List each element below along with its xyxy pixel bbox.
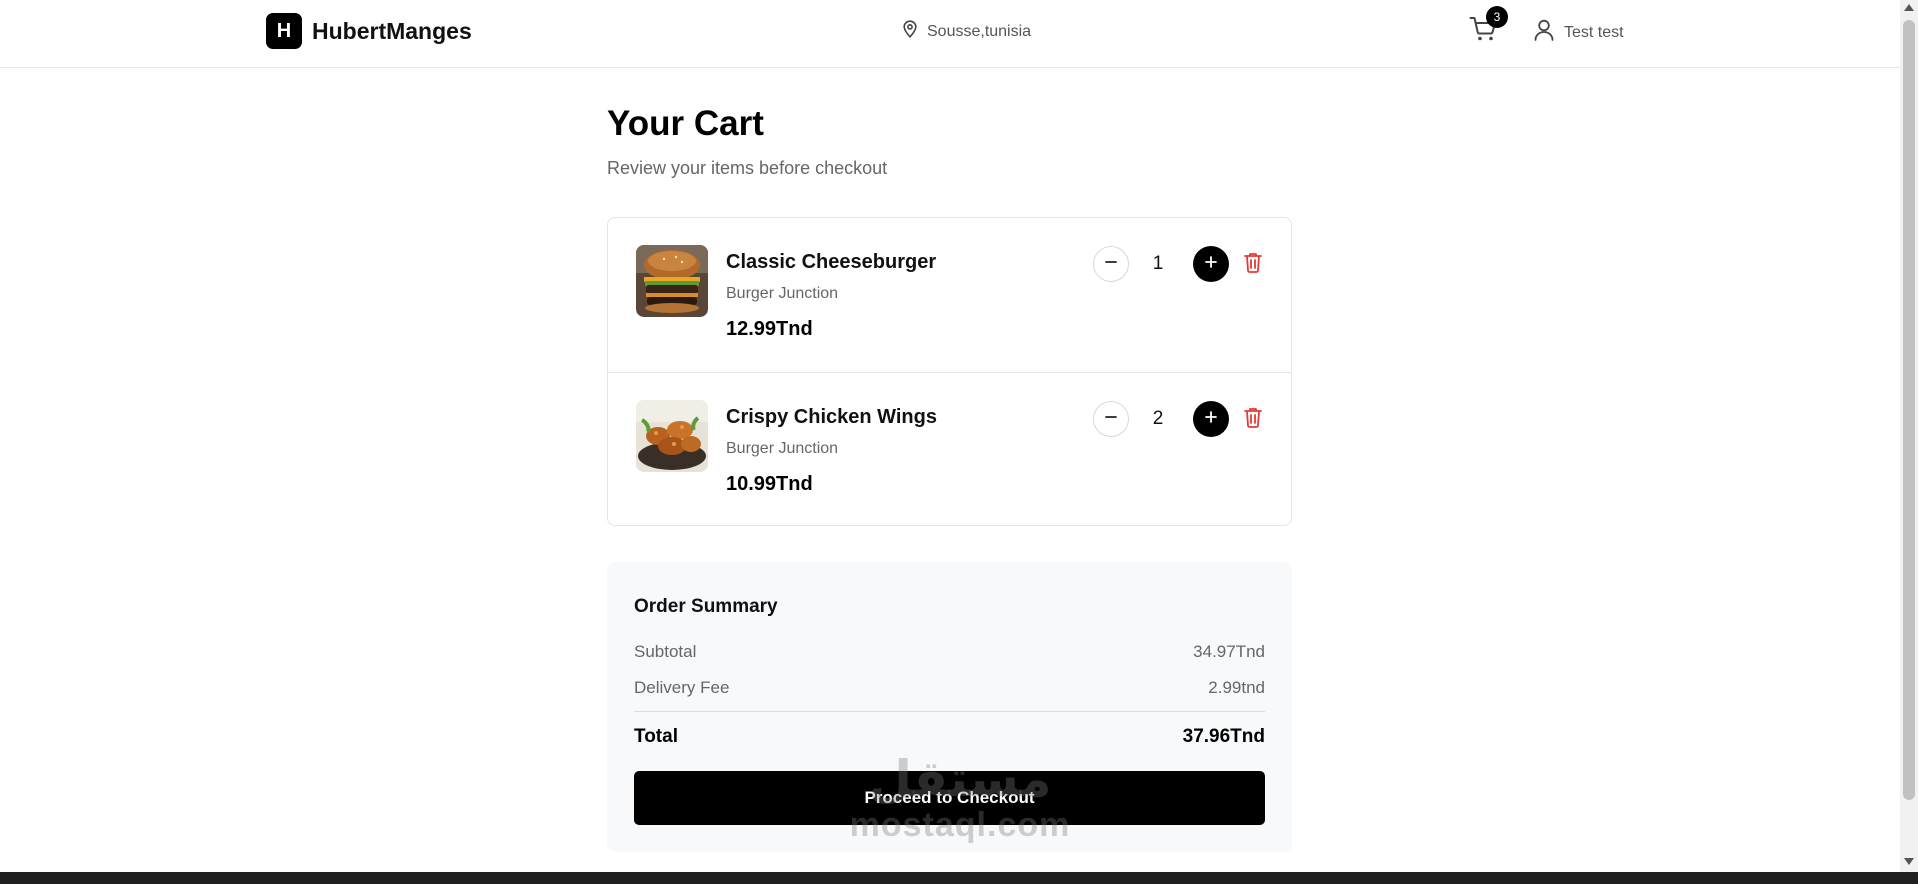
item-name: Classic Cheeseburger [726,251,937,273]
scroll-down-arrow-icon[interactable] [1904,858,1914,865]
total-label: Total [634,726,678,747]
scroll-up-arrow-icon[interactable] [1904,4,1914,11]
subtotal-label: Subtotal [634,642,697,661]
page-subtitle: Review your items before checkout [607,158,888,178]
scrollbar-thumb[interactable] [1903,20,1915,800]
subtotal-row: Subtotal 34.97Tnd [634,642,1265,662]
os-taskbar [0,872,1918,884]
vertical-scrollbar[interactable] [1900,0,1918,872]
trash-icon [1243,251,1263,278]
cart-item: Classic Cheeseburger Burger Junction 12.… [608,218,1291,372]
user-name: Test test [1564,23,1624,41]
plus-icon [1204,255,1218,274]
location-selector[interactable]: Sousse,tunisia [902,20,1031,43]
trash-icon [1243,406,1263,433]
cart-item: Crispy Chicken Wings Burger Junction 10.… [608,372,1291,526]
chicken-wings-image [636,400,708,472]
total-row: Total 37.96Tnd [634,726,1265,748]
item-name: Crispy Chicken Wings [726,406,937,428]
increase-quantity-button[interactable] [1193,401,1229,437]
minus-icon [1104,410,1118,429]
increase-quantity-button[interactable] [1193,246,1229,282]
item-restaurant: Burger Junction [726,440,839,457]
user-icon [1534,19,1554,46]
map-pin-icon [902,20,918,43]
location-text: Sousse,tunisia [927,22,1032,40]
order-summary: Order Summary Subtotal 34.97Tnd Delivery… [607,562,1292,852]
page-title: Your Cart [607,104,764,143]
delivery-fee-label: Delivery Fee [634,678,730,697]
user-menu[interactable]: Test test [1534,19,1624,46]
summary-divider [634,711,1265,712]
item-price: 10.99Tnd [726,473,813,495]
decrease-quantity-button[interactable] [1093,246,1129,282]
brand-logo[interactable]: H HubertManges [266,13,472,49]
proceed-to-checkout-button[interactable]: Proceed to Checkout [634,771,1265,825]
quantity-value: 2 [1152,408,1164,429]
plus-icon [1204,410,1218,429]
subtotal-value: 34.97Tnd [1193,642,1265,661]
remove-item-button[interactable] [1241,251,1265,277]
cart-button[interactable]: 3 [1466,6,1508,48]
cheeseburger-image [636,245,708,317]
decrease-quantity-button[interactable] [1093,401,1129,437]
minus-icon [1104,255,1118,274]
order-summary-title: Order Summary [634,596,778,617]
delivery-fee-row: Delivery Fee 2.99tnd [634,678,1265,698]
item-price: 12.99Tnd [726,318,813,340]
cart-count-badge: 3 [1486,6,1508,28]
total-value: 37.96Tnd [1182,726,1265,747]
cart-items-list: Classic Cheeseburger Burger Junction 12.… [607,217,1292,526]
item-restaurant: Burger Junction [726,285,839,302]
remove-item-button[interactable] [1241,406,1265,432]
brand-mark: H [266,13,302,49]
quantity-value: 1 [1152,253,1164,274]
top-navbar: H HubertManges Sousse,tunisia 3 Test tes… [0,0,1900,68]
brand-name: HubertManges [312,17,472,44]
delivery-fee-value: 2.99tnd [1208,678,1265,697]
